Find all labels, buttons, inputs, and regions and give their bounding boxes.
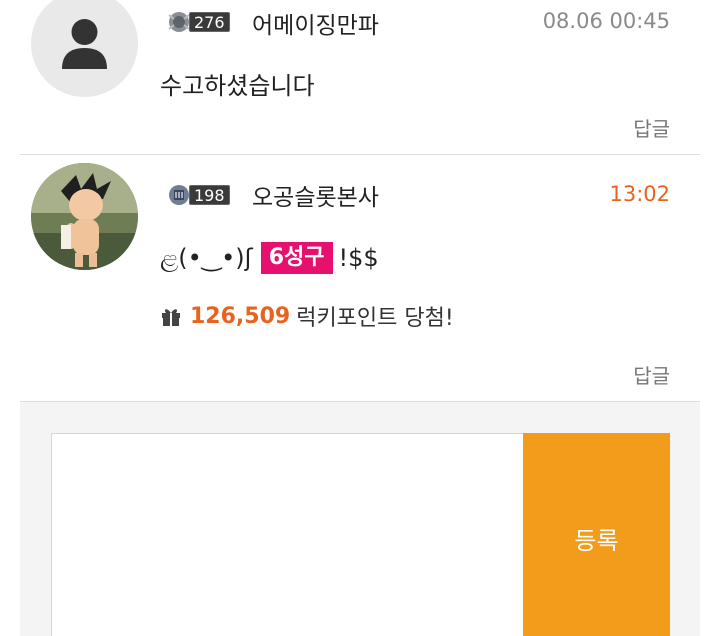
avatar-image	[31, 163, 138, 270]
avatar[interactable]	[31, 163, 138, 270]
highlight-tag: 6성구	[260, 242, 333, 274]
comment-text: ළ(•‿•)ʃ 6성구 !$$	[160, 242, 379, 274]
comment-item: 198 오공슬롯본사 13:02 ළ(•‿•)ʃ 6성구 !$$ 126,509…	[20, 155, 700, 402]
comment-date: 13:02	[609, 182, 670, 206]
comment-date: 08.06 00:45	[542, 9, 670, 33]
default-user-icon	[62, 19, 107, 69]
level-badge: 276	[166, 10, 230, 34]
avatar[interactable]	[31, 0, 138, 97]
comment-item: 276 어메이징만파 08.06 00:45 수고하셨습니다 답글	[20, 0, 700, 155]
lucky-point-notice: 126,509 럭키포인트 당첨!	[160, 300, 454, 332]
level-badge: 198	[166, 183, 230, 207]
gift-icon	[162, 309, 180, 326]
comment-suffix: !$$	[338, 244, 379, 272]
comment-input[interactable]	[51, 433, 524, 636]
reply-button[interactable]: 답글	[633, 360, 670, 389]
nickname[interactable]: 오공슬롯본사	[252, 178, 379, 212]
level-number: 198	[189, 185, 230, 205]
lucky-points: 126,509	[190, 303, 291, 329]
reply-button[interactable]: 답글	[633, 113, 670, 142]
nickname[interactable]: 어메이징만파	[252, 6, 379, 40]
emoticon-text: ළ(•‿•)ʃ	[160, 244, 253, 272]
comment-form: 등록	[20, 402, 700, 636]
level-number: 276	[189, 12, 230, 32]
comment-text: 수고하셨습니다	[160, 72, 315, 100]
lucky-label: 럭키포인트 당첨!	[296, 306, 454, 331]
submit-button[interactable]: 등록	[523, 433, 670, 636]
